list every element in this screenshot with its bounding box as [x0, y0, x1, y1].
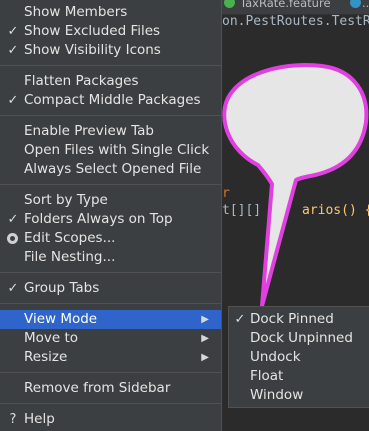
submenu-arrow-icon: ▶ — [201, 333, 209, 344]
menu-item-sort-by-type[interactable]: Sort by Type — [0, 191, 221, 210]
menu-separator — [0, 184, 221, 185]
menu-item-show-visibility-icons[interactable]: ✓ Show Visibility Icons — [0, 41, 221, 60]
menu-item-always-select-opened[interactable]: Always Select Opened File — [0, 160, 221, 179]
menu-item-open-single-click[interactable]: Open Files with Single Click — [0, 141, 221, 160]
menu-separator — [0, 372, 221, 373]
menu-item-move-to[interactable]: Move to ▶ — [0, 329, 221, 348]
menu-item-label: Help — [24, 411, 55, 427]
menu-item-label: Open Files with Single Click — [24, 142, 210, 158]
menu-item-label: Compact Middle Packages — [24, 92, 201, 108]
submenu-item-dock-pinned[interactable]: ✓ Dock Pinned — [229, 310, 369, 329]
menu-item-compact-middle-packages[interactable]: ✓ Compact Middle Packages — [0, 91, 221, 110]
menu-item-label: Folders Always on Top — [24, 211, 173, 227]
radio-selected-icon — [7, 233, 18, 244]
submenu-arrow-icon: ▶ — [201, 352, 209, 363]
menu-item-label: Move to — [24, 330, 79, 346]
menu-item-enable-preview-tab[interactable]: Enable Preview Tab — [0, 122, 221, 141]
menu-item-label: Always Select Opened File — [24, 161, 202, 177]
submenu-item-dock-unpinned[interactable]: Dock Unpinned — [229, 329, 369, 348]
menu-item-remove-from-sidebar[interactable]: Remove from Sidebar — [0, 379, 221, 398]
menu-item-label: Remove from Sidebar — [24, 380, 171, 396]
menu-item-label: Group Tabs — [24, 280, 100, 296]
menu-item-file-nesting[interactable]: File Nesting... — [0, 248, 221, 267]
menu-item-edit-scopes[interactable]: Edit Scopes... — [0, 229, 221, 248]
submenu-item-float[interactable]: Float — [229, 367, 369, 386]
submenu-item-label: Float — [250, 368, 284, 384]
checkmark-icon: ✓ — [7, 43, 19, 58]
menu-separator — [0, 403, 221, 404]
menu-item-show-members[interactable]: Show Members — [0, 3, 221, 22]
menu-separator — [0, 115, 221, 116]
menu-item-label: View Mode — [24, 311, 98, 327]
view-mode-submenu: ✓ Dock Pinned Dock Unpinned Undock Float … — [228, 306, 369, 408]
checkmark-icon: ✓ — [7, 281, 19, 296]
checkmark-icon: ✓ — [7, 212, 19, 227]
menu-separator — [0, 303, 221, 304]
menu-item-label: Enable Preview Tab — [24, 123, 154, 139]
submenu-item-undock[interactable]: Undock — [229, 348, 369, 367]
menu-separator — [0, 65, 221, 66]
submenu-item-label: Undock — [250, 349, 301, 365]
submenu-item-label: Window — [250, 387, 304, 403]
menu-item-label: Show Excluded Files — [24, 23, 161, 39]
menu-item-help[interactable]: ? Help — [0, 410, 221, 429]
submenu-arrow-icon: ▶ — [201, 314, 209, 325]
menu-item-label: Resize — [24, 349, 68, 365]
menu-item-label: Show Visibility Icons — [24, 42, 161, 58]
help-icon: ? — [9, 412, 17, 427]
submenu-item-label: Dock Unpinned — [250, 330, 353, 346]
menu-item-label: Show Members — [24, 4, 128, 20]
menu-item-show-excluded-files[interactable]: ✓ Show Excluded Files — [0, 22, 221, 41]
menu-item-flatten-packages[interactable]: Flatten Packages — [0, 72, 221, 91]
menu-item-folders-on-top[interactable]: ✓ Folders Always on Top — [0, 210, 221, 229]
checkmark-icon: ✓ — [234, 312, 246, 327]
checkmark-icon: ✓ — [7, 93, 19, 108]
submenu-item-label: Dock Pinned — [250, 311, 334, 327]
menu-item-group-tabs[interactable]: ✓ Group Tabs — [0, 279, 221, 298]
project-options-menu: Show Members ✓ Show Excluded Files ✓ Show … — [0, 0, 222, 431]
checkmark-icon: ✓ — [7, 24, 19, 39]
submenu-item-window[interactable]: Window — [229, 386, 369, 405]
menu-separator — [0, 272, 221, 273]
menu-item-resize[interactable]: Resize ▶ — [0, 348, 221, 367]
menu-item-label: Sort by Type — [24, 192, 108, 208]
menu-item-label: Edit Scopes... — [24, 230, 116, 246]
menu-item-label: Flatten Packages — [24, 73, 139, 89]
menu-item-label: File Nesting... — [24, 249, 116, 265]
menu-item-view-mode[interactable]: View Mode ▶ — [0, 310, 221, 329]
